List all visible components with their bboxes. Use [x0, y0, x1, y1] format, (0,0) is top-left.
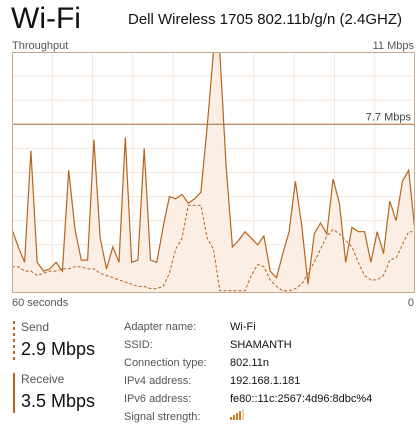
- receive-label: Receive: [21, 372, 65, 386]
- adapter-name-value: Wi-Fi: [230, 321, 256, 333]
- receive-value: 3.5 Mbps: [21, 391, 96, 411]
- detail-row-ssid: SSID: SHAMANTH: [124, 336, 372, 354]
- time-span-label: 60 seconds: [12, 297, 69, 309]
- adapter-description: Dell Wireless 1705 802.11b/g/n (2.4GHZ): [128, 11, 403, 28]
- connection-type-value: 802.11n: [230, 357, 269, 369]
- detail-row-connection-type: Connection type: 802.11n: [124, 354, 372, 372]
- throughput-graph: 7.7 Mbps: [12, 52, 415, 293]
- detail-row-signal: Signal strength:: [124, 408, 372, 426]
- send-dashed-indicator: [13, 321, 15, 361]
- ssid-value: SHAMANTH: [230, 339, 292, 351]
- throughput-label: Throughput: [12, 40, 69, 52]
- send-stat: Send 2.9 Mbps: [13, 319, 95, 361]
- signal-bar: [230, 417, 232, 420]
- signal-bar: [233, 415, 235, 420]
- ipv6-value: fe80::11c:2567:4d96:8dbc%4: [230, 393, 373, 405]
- connection-type-label: Connection type:: [124, 357, 207, 369]
- ipv4-label: IPv4 address:: [124, 375, 192, 387]
- detail-row-ipv4: IPv4 address: 192.168.1.181: [124, 372, 372, 390]
- signal-strength-label: Signal strength:: [124, 411, 201, 423]
- detail-row-ipv6: IPv6 address: fe80::11c:2567:4d96:8dbc%4: [124, 390, 372, 408]
- max-scale-label: 11 Mbps: [372, 40, 414, 52]
- signal-bar: [242, 409, 244, 420]
- adapter-name-label: Adapter name:: [124, 321, 197, 333]
- send-value: 2.9 Mbps: [21, 339, 96, 359]
- ssid-label: SSID:: [124, 339, 153, 351]
- signal-strength-icon: [230, 408, 244, 420]
- ipv4-value: 192.168.1.181: [230, 375, 301, 387]
- receive-stat: Receive 3.5 Mbps: [13, 371, 95, 413]
- send-label: Send: [21, 320, 50, 334]
- reference-line-label: 7.7 Mbps: [366, 111, 412, 123]
- signal-bar: [239, 411, 241, 420]
- page-title: Wi-Fi: [11, 2, 81, 35]
- details-table: Adapter name: Wi-Fi SSID: SHAMANTH Conne…: [124, 318, 372, 426]
- receive-solid-indicator: [13, 373, 15, 413]
- zero-label: 0: [407, 297, 414, 309]
- ipv6-label: IPv6 address:: [124, 393, 192, 405]
- signal-bar: [236, 413, 238, 420]
- detail-row-adapter-name: Adapter name: Wi-Fi: [124, 318, 372, 336]
